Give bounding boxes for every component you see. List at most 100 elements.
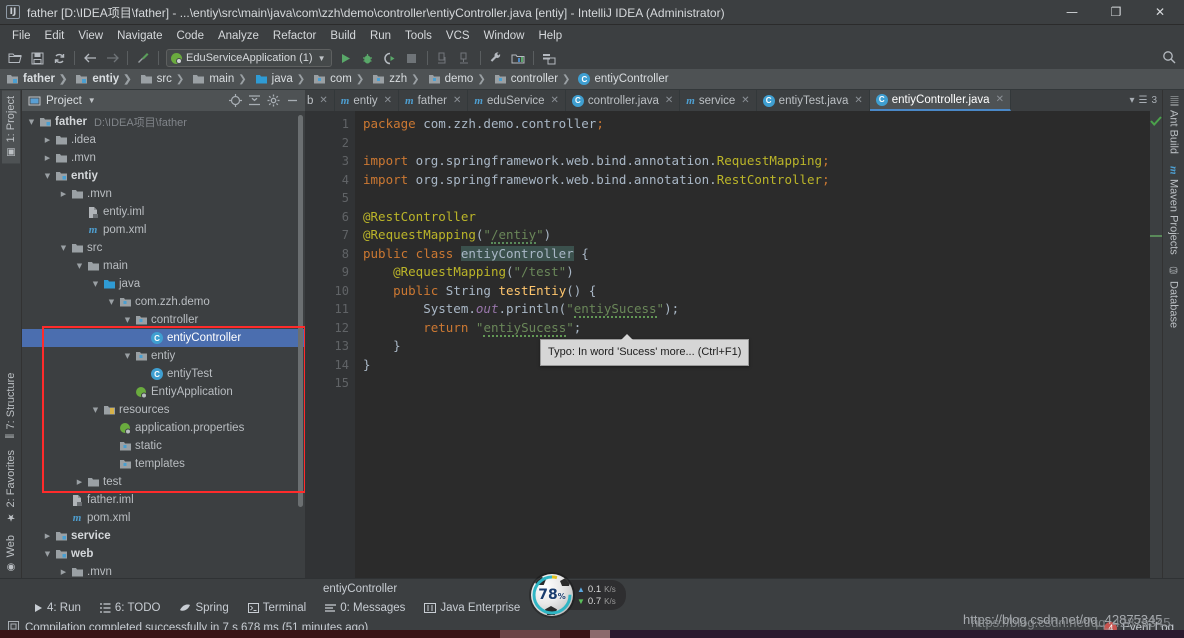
tree-node-father[interactable]: ▼ father D:\IDEA项目\father [22,113,305,131]
tree-node-package-controller[interactable]: ▼ controller [22,311,305,329]
tree-node-application-properties[interactable]: application.properties [22,419,305,437]
chevron-right-icon[interactable]: ▶ [58,190,69,198]
menu-run[interactable]: Run [363,28,398,44]
menu-analyze[interactable]: Analyze [211,28,266,44]
search-icon[interactable] [1162,50,1176,67]
project-tree-scrollbar[interactable] [298,115,303,507]
sidebar-item-database[interactable]: ⛁ Database [1165,260,1183,334]
tree-node-templates[interactable]: templates [22,455,305,473]
tree-node-java[interactable]: ▼ java [22,275,305,293]
editor-tab-eduservice[interactable]: m eduService ✕ [468,90,566,111]
tree-node-web-mvn[interactable]: ▶ .mvn [22,563,305,578]
close-icon[interactable]: ✕ [741,95,749,106]
tree-node-service[interactable]: ▶ service [22,527,305,545]
maximize-button[interactable]: ❐ [1094,0,1138,25]
tree-node-static[interactable]: static [22,437,305,455]
menu-help[interactable]: Help [531,28,569,44]
sidebar-item-maven-projects[interactable]: m Maven Projects [1165,160,1183,260]
tree-node-package-entiy[interactable]: ▼ entiy [22,347,305,365]
gear-icon[interactable] [264,91,283,110]
tree-node-web[interactable]: ▼ web [22,545,305,563]
tree-node-idea[interactable]: ▶ .idea [22,131,305,149]
sidebar-item-web[interactable]: ◉ Web [2,529,20,578]
tool-window-todo[interactable]: 6: TODO [92,601,169,615]
menu-file[interactable]: File [5,28,38,44]
sidebar-item-favorites[interactable]: ★ 2: Favorites [2,444,20,528]
tool-window-run[interactable]: 4: Run [25,601,89,615]
collapse-all-icon[interactable] [245,91,264,110]
editor-tab-entiy[interactable]: m entiy ✕ [335,90,400,111]
settings-wrench-icon[interactable] [485,48,507,68]
build-hammer-icon[interactable] [132,48,154,68]
tree-node-entiycontroller[interactable]: C entiyController [22,329,305,347]
tree-node-father-iml[interactable]: father.iml [22,491,305,509]
menu-window[interactable]: Window [477,28,532,44]
network-speed-widget[interactable]: 78% ▲ 0.1 K/s ▼ 0.7 K/s [531,574,626,616]
chevron-down-icon[interactable]: ▼ [74,262,85,270]
breadcrumb-item-demo[interactable]: demo ❯ [426,73,492,85]
tree-node-package-com-zzh-demo[interactable]: ▼ com.zzh.demo [22,293,305,311]
chevron-right-icon[interactable]: ▶ [58,568,69,576]
run-icon[interactable] [335,48,357,68]
menu-vcs[interactable]: VCS [439,28,477,44]
save-icon[interactable] [26,48,48,68]
tree-node-main[interactable]: ▼ main [22,257,305,275]
editor-gutter[interactable]: 1 2 3 4 5 6 7 8 9 10 11 12 13 14 15 [305,111,355,578]
chevron-down-icon[interactable]: ▼ [42,172,53,180]
tool-window-terminal[interactable]: Terminal [240,601,314,615]
chevron-right-icon[interactable]: ▶ [42,154,53,162]
chevron-down-icon[interactable]: ▼ [26,118,37,126]
close-icon[interactable]: ✕ [551,95,559,106]
breadcrumb-item-src[interactable]: src ❯ [138,73,191,85]
breadcrumb-item-zzh[interactable]: zzh ❯ [370,73,425,85]
close-icon[interactable]: ✕ [996,94,1004,105]
breadcrumb-item-com[interactable]: com ❯ [311,73,370,85]
close-icon[interactable]: ✕ [453,95,461,106]
chevron-down-icon[interactable]: ▼ [90,280,101,288]
chevron-down-icon[interactable]: ▾ [1129,95,1134,106]
close-icon[interactable]: ✕ [854,95,862,106]
tree-node-entiy-module[interactable]: ▼ entiy [22,167,305,185]
sidebar-item-ant-build[interactable]: 𝄛 Ant Build [1165,90,1183,160]
minimize-button[interactable]: — [1050,0,1094,25]
close-icon[interactable]: ✕ [319,95,327,106]
tree-node-mvn-root[interactable]: ▶ .mvn [22,149,305,167]
breadcrumb-item-controller[interactable]: controller ❯ [492,73,577,85]
locate-target-icon[interactable] [226,91,245,110]
editor-tab-father[interactable]: m father ✕ [399,90,469,111]
back-arrow-icon[interactable] [79,48,101,68]
run-coverage-icon[interactable] [379,48,401,68]
sidebar-item-structure[interactable]: ⫼ 7: Structure [2,367,20,444]
editor-tab-entiycontroller-java[interactable]: C entiyController.java ✕ [869,90,1011,111]
close-icon[interactable]: ✕ [665,95,673,106]
sync-icon[interactable] [48,48,70,68]
code-text[interactable]: package com.zzh.demo.controller; import … [355,111,1150,578]
tool-window-spring[interactable]: Spring [171,601,236,615]
chevron-down-icon[interactable]: ▼ [122,352,133,360]
breadcrumb-item-entiy[interactable]: entiy ❯ [73,73,137,85]
close-button[interactable]: ✕ [1138,0,1182,25]
tree-node-entiy-pom[interactable]: m pom.xml [22,221,305,239]
breadcrumb-item-father[interactable]: father ❯ [4,73,73,85]
editor-breadcrumb-label[interactable]: entiyController [323,583,397,595]
editor-marker-stripe[interactable] [1150,111,1162,578]
tree-node-entiy-iml[interactable]: entiy.iml [22,203,305,221]
debug-icon[interactable] [357,48,379,68]
editor-tab-entiytest-java[interactable]: C entiyTest.java ✕ [757,90,870,111]
tree-node-test[interactable]: ▶ test [22,473,305,491]
menu-build[interactable]: Build [323,28,363,44]
tree-node-entiyapplication[interactable]: EntiyApplication [22,383,305,401]
editor-tab-partial[interactable]: b ✕ [305,90,335,111]
chevron-down-icon[interactable]: ▼ [106,298,117,306]
menu-code[interactable]: Code [169,28,211,44]
chevron-right-icon[interactable]: ▶ [42,532,53,540]
chevron-down-icon[interactable]: ▼ [122,316,133,324]
menu-edit[interactable]: Edit [38,28,72,44]
tool-window-messages[interactable]: 0: Messages [317,601,413,615]
tree-node-entiy-mvn[interactable]: ▶ .mvn [22,185,305,203]
chevron-down-icon[interactable]: ▼ [42,550,53,558]
tree-node-entiytest[interactable]: C entiyTest [22,365,305,383]
editor-tab-controller-java[interactable]: C controller.java ✕ [566,90,681,111]
list-icon[interactable]: ☰ [1138,95,1147,106]
chevron-right-icon[interactable]: ▶ [42,136,53,144]
